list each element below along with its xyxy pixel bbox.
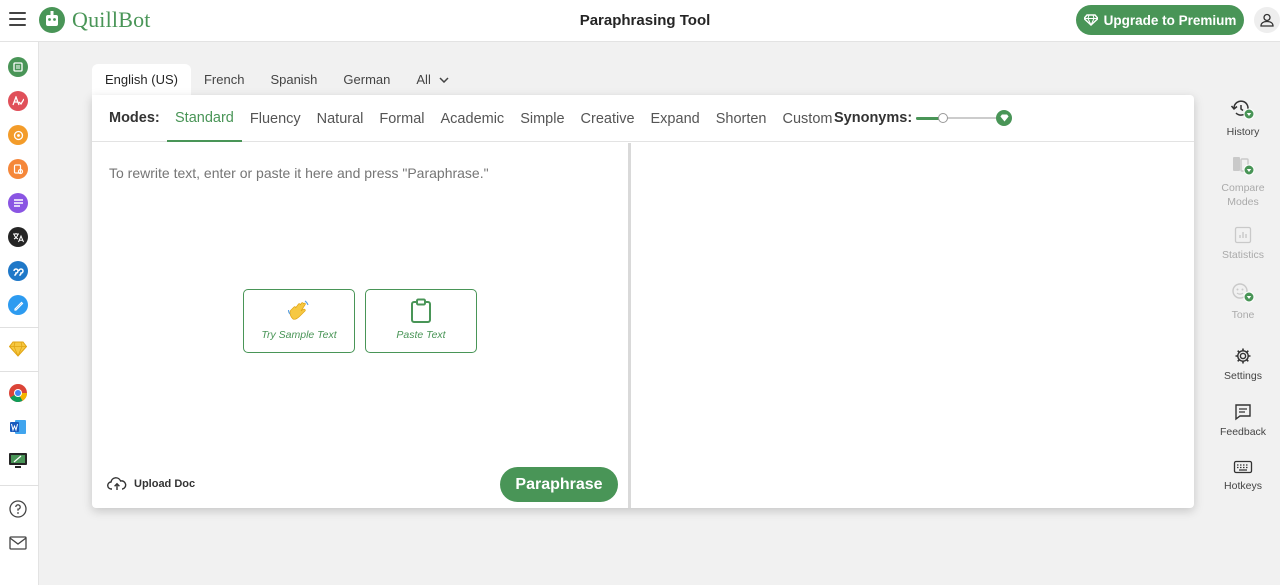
- feedback-icon: [1235, 404, 1251, 421]
- modes-bar: Modes: Standard Fluency Natural Formal A…: [92, 95, 1194, 142]
- statistics-label: Statistics: [1221, 249, 1264, 261]
- waving-hand-icon: [287, 300, 309, 320]
- mode-expand[interactable]: Expand: [643, 95, 708, 142]
- premium-diamond-icon: [996, 110, 1012, 126]
- mode-natural[interactable]: Natural: [309, 95, 372, 142]
- tab-german[interactable]: German: [330, 64, 403, 95]
- rail-divider: [0, 485, 39, 486]
- rail-divider: [0, 371, 39, 372]
- history-label: History: [1226, 126, 1260, 138]
- co-writer-icon[interactable]: [8, 295, 28, 315]
- grammar-checker-icon[interactable]: [8, 91, 28, 111]
- plagiarism-checker-icon[interactable]: [8, 159, 28, 179]
- modes-label: Modes:: [109, 110, 160, 126]
- chrome-icon[interactable]: [8, 383, 28, 403]
- hotkeys-button[interactable]: Hotkeys: [1206, 459, 1280, 493]
- tab-spanish[interactable]: Spanish: [257, 64, 330, 95]
- rail-divider: [0, 327, 39, 328]
- logo[interactable]: QuillBot: [38, 6, 151, 34]
- tone-button[interactable]: Tone: [1206, 282, 1280, 322]
- logo-text: QuillBot: [72, 7, 151, 32]
- translator-icon[interactable]: [8, 227, 28, 247]
- compare-modes-label: Compare Modes: [1221, 182, 1265, 208]
- paraphrase-button[interactable]: Paraphrase: [500, 467, 618, 502]
- cloud-upload-icon: [107, 477, 127, 490]
- mail-icon[interactable]: [8, 533, 28, 553]
- settings-label: Settings: [1224, 370, 1262, 382]
- mode-formal[interactable]: Formal: [371, 95, 432, 142]
- hotkeys-label: Hotkeys: [1224, 480, 1262, 492]
- mode-list: Standard Fluency Natural Formal Academic…: [167, 95, 840, 142]
- diamond-icon: [1083, 14, 1098, 26]
- mode-academic[interactable]: Academic: [433, 95, 513, 142]
- quillbot-logo-icon: [39, 7, 65, 33]
- upload-doc-button[interactable]: Upload Doc: [107, 477, 195, 491]
- try-sample-text-button[interactable]: Try Sample Text: [243, 289, 355, 353]
- hamburger-menu-icon[interactable]: [9, 12, 26, 26]
- try-sample-text-label: Try Sample Text: [261, 329, 337, 341]
- upgrade-button[interactable]: Upgrade to Premium: [1076, 5, 1244, 35]
- desktop-app-icon[interactable]: [8, 451, 28, 471]
- user-account-button[interactable]: [1254, 7, 1280, 33]
- input-text-area[interactable]: [109, 165, 609, 181]
- slider-handle[interactable]: [938, 113, 948, 123]
- settings-button[interactable]: Settings: [1206, 347, 1280, 383]
- user-icon: [1260, 13, 1274, 27]
- mode-simple[interactable]: Simple: [512, 95, 572, 142]
- tab-all-languages[interactable]: All: [403, 64, 461, 95]
- mode-creative[interactable]: Creative: [573, 95, 643, 142]
- mode-custom[interactable]: Custom: [775, 95, 841, 142]
- tab-french[interactable]: French: [191, 64, 257, 95]
- upload-doc-label: Upload Doc: [134, 478, 196, 490]
- keyboard-icon: [1233, 460, 1253, 474]
- summarizer-icon[interactable]: [8, 193, 28, 213]
- paste-text-label: Paste Text: [396, 329, 446, 341]
- synonyms-slider[interactable]: [916, 110, 1012, 126]
- paraphraser-card: Modes: Standard Fluency Natural Formal A…: [92, 95, 1194, 508]
- tab-english-us[interactable]: English (US): [92, 64, 191, 95]
- paraphraser-icon[interactable]: [8, 57, 28, 77]
- history-button[interactable]: History: [1206, 99, 1280, 139]
- feedback-label: Feedback: [1219, 426, 1267, 438]
- tab-all-label: All: [416, 72, 431, 87]
- compare-modes-button[interactable]: Compare Modes: [1206, 155, 1280, 209]
- mode-shorten[interactable]: Shorten: [708, 95, 775, 142]
- diamond-icon[interactable]: [8, 339, 28, 359]
- language-tabs: English (US) French Spanish German All: [92, 64, 462, 95]
- right-sidebar: History Compare Modes Statistics Tone Se…: [1206, 95, 1280, 515]
- paste-text-button[interactable]: Paste Text: [365, 289, 477, 353]
- tone-icon: [1232, 283, 1255, 303]
- left-tool-rail: [0, 42, 39, 585]
- chevron-down-icon: [439, 76, 449, 83]
- mode-standard[interactable]: Standard: [167, 95, 242, 142]
- clipboard-icon: [411, 298, 431, 323]
- mode-fluency[interactable]: Fluency: [242, 95, 309, 142]
- compare-modes-icon: [1233, 157, 1255, 176]
- top-bar: QuillBot Paraphrasing Tool Upgrade to Pr…: [0, 0, 1280, 42]
- citation-generator-icon[interactable]: [8, 261, 28, 281]
- history-icon: [1230, 100, 1255, 120]
- synonyms-label: Synonyms:: [834, 110, 913, 126]
- tone-label: Tone: [1231, 309, 1255, 321]
- ai-detector-icon[interactable]: [8, 125, 28, 145]
- upgrade-label: Upgrade to Premium: [1103, 12, 1237, 28]
- settings-icon: [1235, 348, 1251, 364]
- slider-fill: [916, 117, 940, 120]
- output-panel: [631, 143, 1194, 508]
- statistics-icon: [1234, 226, 1252, 244]
- statistics-button[interactable]: Statistics: [1206, 226, 1280, 262]
- help-icon[interactable]: [8, 499, 28, 519]
- feedback-button[interactable]: Feedback: [1206, 403, 1280, 439]
- word-icon[interactable]: [8, 417, 28, 437]
